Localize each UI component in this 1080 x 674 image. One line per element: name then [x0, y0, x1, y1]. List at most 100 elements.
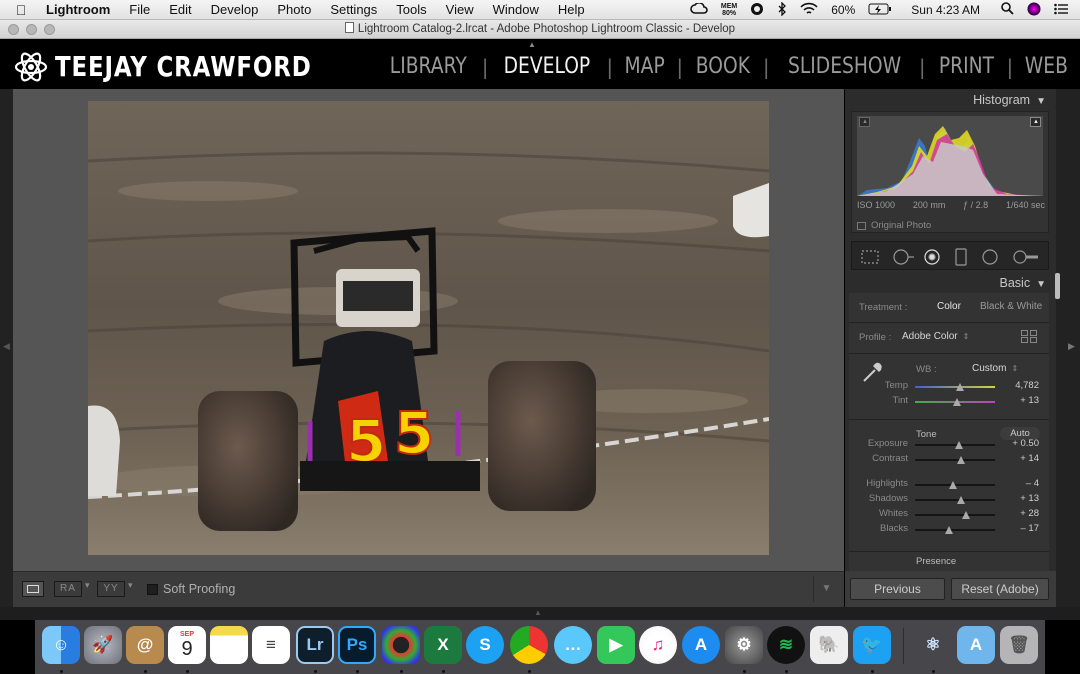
histogram-panel[interactable]: ▲ ▲ ISO 1000 200 mm ƒ / 2.8 1/640 sec Or… [851, 111, 1049, 233]
spotlight-icon[interactable] [1001, 2, 1014, 18]
menu-window[interactable]: Window [493, 2, 539, 17]
red-eye-tool-icon[interactable] [920, 244, 946, 269]
battery-icon[interactable] [868, 3, 892, 18]
highlight-clipping-button[interactable]: ▲ [1030, 117, 1041, 127]
menu-app-name[interactable]: Lightroom [46, 2, 110, 17]
menu-file[interactable]: File [129, 2, 150, 17]
dock-twitter-icon[interactable]: 🐦 [853, 626, 891, 664]
left-panel-edge[interactable]: ◀ [0, 89, 13, 607]
slider-value-contrast[interactable]: + 14 [1020, 453, 1039, 464]
dock-facetime-icon[interactable]: ▶ [597, 626, 635, 664]
wb-dropdown[interactable]: Custom ⇕ [972, 363, 1018, 374]
before-after-dropdown-icon[interactable]: ▾ [85, 580, 90, 591]
slider-track-shadows[interactable] [915, 499, 995, 501]
slider-thumb-contrast[interactable] [956, 456, 965, 464]
dock-excel-icon[interactable]: X [424, 626, 462, 664]
slider-value-exposure[interactable]: + 0.50 [1012, 438, 1039, 449]
profile-browser-icon[interactable] [1021, 330, 1037, 343]
dock-lightroom-icon[interactable]: Lr [296, 626, 334, 664]
right-panel-edge[interactable]: ▶ [1056, 89, 1080, 607]
dock-chrome-icon[interactable] [510, 626, 548, 664]
collapse-right-panel-icon[interactable]: ▶ [1068, 341, 1075, 352]
slider-value-shadows[interactable]: + 13 [1020, 493, 1039, 504]
treatment-bw-button[interactable]: Black & White [980, 301, 1042, 312]
slider-thumb-temp[interactable] [955, 383, 964, 391]
dock-aperture-icon[interactable] [382, 626, 420, 664]
module-slideshow[interactable]: SLIDESHOW [788, 54, 901, 79]
wifi-icon[interactable] [800, 2, 818, 18]
menu-photo[interactable]: Photo [277, 2, 311, 17]
dock-notes-icon[interactable] [210, 626, 248, 664]
reset-button[interactable]: Reset (Adobe) [951, 578, 1049, 600]
toolbar-options-dropdown-icon[interactable]: ▼ [813, 576, 839, 602]
battery-percent[interactable]: 60% [831, 3, 855, 17]
shadow-clipping-button[interactable]: ▲ [859, 117, 870, 127]
dock-contacts-icon[interactable]: @ [126, 626, 164, 664]
before-after-copy-dropdown-icon[interactable]: ▾ [128, 580, 133, 591]
module-print[interactable]: PRINT [938, 54, 993, 79]
sync-icon[interactable] [750, 2, 764, 19]
menu-tools[interactable]: Tools [396, 2, 426, 17]
slider-thumb-whites[interactable] [962, 511, 971, 519]
previous-button[interactable]: Previous [850, 578, 945, 600]
slider-track-contrast[interactable] [915, 459, 995, 461]
dock-spotify-icon[interactable]: ≋ [767, 626, 805, 664]
menu-edit[interactable]: Edit [169, 2, 191, 17]
slider-thumb-highlights[interactable] [949, 481, 958, 489]
module-web[interactable]: WEB [1025, 54, 1068, 79]
module-develop[interactable]: DEVELOP [504, 54, 591, 79]
module-library[interactable]: LIBRARY [390, 54, 467, 79]
slider-thumb-blacks[interactable] [944, 526, 953, 534]
menu-view[interactable]: View [446, 2, 474, 17]
soft-proofing-checkbox[interactable] [147, 584, 158, 595]
dock-itunes-icon[interactable]: ♫ [639, 626, 677, 664]
panel-scrollbar-thumb[interactable] [1055, 273, 1060, 299]
dock-system-preferences-icon[interactable]: ⚙ [725, 626, 763, 664]
creative-cloud-icon[interactable] [690, 1, 708, 18]
menu-help[interactable]: Help [558, 2, 585, 17]
before-after-left-right-button[interactable]: RA [54, 581, 82, 597]
profile-dropdown[interactable]: Adobe Color ⇕ [902, 331, 969, 342]
bluetooth-icon[interactable] [777, 0, 787, 19]
apple-icon[interactable]:  [14, 2, 28, 18]
radial-filter-icon[interactable] [978, 244, 1004, 269]
dock-calendar-icon[interactable]: SEP 9 [168, 626, 206, 664]
memory-monitor[interactable]: MEM 80% [721, 3, 737, 17]
slider-thumb-shadows[interactable] [956, 496, 965, 504]
dock-evernote-icon[interactable]: 🐘 [810, 626, 848, 664]
expand-left-panel-icon[interactable]: ◀ [3, 341, 10, 352]
module-map[interactable]: MAP [625, 54, 665, 79]
loupe-view-button[interactable] [22, 581, 44, 597]
slider-value-temp[interactable]: 4,782 [1015, 380, 1039, 391]
slider-value-tint[interactable]: + 13 [1020, 395, 1039, 406]
slider-thumb-tint[interactable] [953, 398, 962, 406]
dock-launchpad-icon[interactable]: 🚀 [84, 626, 122, 664]
dock-finder-icon[interactable]: ☺ [42, 626, 80, 664]
graduated-filter-icon[interactable] [950, 244, 974, 269]
notification-center-icon[interactable] [1054, 3, 1068, 18]
slider-value-highlights[interactable]: – 4 [1026, 478, 1039, 489]
slider-track-whites[interactable] [915, 514, 995, 516]
filmstrip-collapsed-edge[interactable]: ▲ [0, 607, 1080, 620]
histogram-header[interactable]: Histogram ▼ [845, 93, 1056, 113]
dock-app-store-icon[interactable]: A [682, 626, 720, 664]
spot-removal-tool-icon[interactable] [888, 244, 916, 269]
dock-trash-icon[interactable]: 🗑 [1000, 626, 1038, 664]
dock-reminders-icon[interactable]: ≡ [252, 626, 290, 664]
dock-photoshop-icon[interactable]: Ps [338, 626, 376, 664]
slider-value-whites[interactable]: + 28 [1020, 508, 1039, 519]
original-photo-checkbox[interactable] [857, 222, 866, 230]
dock-skype-icon[interactable]: S [466, 626, 504, 664]
treatment-color-button[interactable]: Color [937, 301, 961, 312]
expand-filmstrip-icon[interactable]: ▲ [534, 608, 542, 617]
menu-settings[interactable]: Settings [330, 2, 377, 17]
slider-value-blacks[interactable]: – 17 [1021, 523, 1040, 534]
collapse-top-panel-icon[interactable]: ▲ [528, 40, 536, 49]
adjustment-brush-icon[interactable] [1010, 244, 1044, 269]
crop-tool-icon[interactable] [856, 244, 882, 269]
module-book[interactable]: BOOK [696, 54, 750, 79]
clock[interactable]: Sun 4:23 AM [911, 3, 980, 17]
siri-icon[interactable] [1027, 2, 1041, 19]
dock-messages-icon[interactable]: … [554, 626, 592, 664]
dock-atom-icon[interactable]: ⚛ [914, 626, 952, 664]
